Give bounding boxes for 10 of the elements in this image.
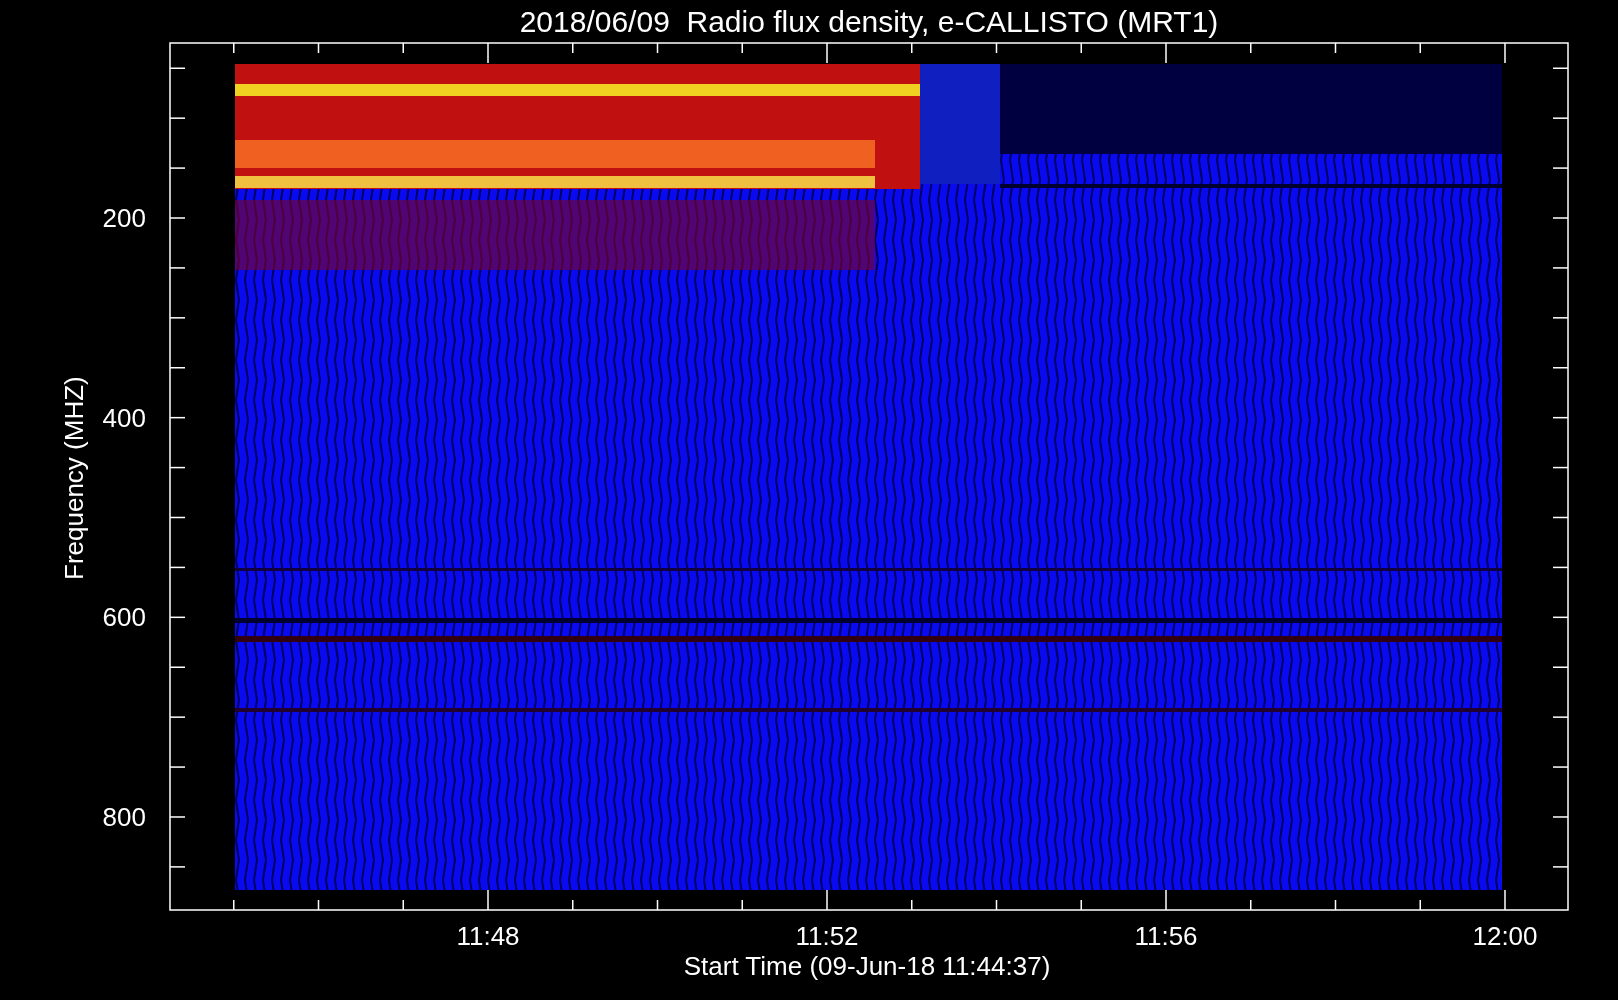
axis-tick-label: 200 [101,203,146,233]
axis-tick-label: 12:00 [1472,921,1538,951]
axis-tick-label: 800 [101,802,146,833]
axis-tick-label: 11:56 [1134,921,1198,951]
axis-title: Frequency (MHZ) [59,380,89,580]
axis-title: Start Time (09-Jun-18 11:44:37) [683,951,1051,981]
axis-tick-label: 600 [101,602,146,633]
axis-tick-label: 11:48 [456,921,520,951]
axis-tick-label: 11:52 [795,921,859,951]
chart-title: 2018/06/09 Radio flux density, e-CALLISTO (MRT1) [519,4,1219,40]
